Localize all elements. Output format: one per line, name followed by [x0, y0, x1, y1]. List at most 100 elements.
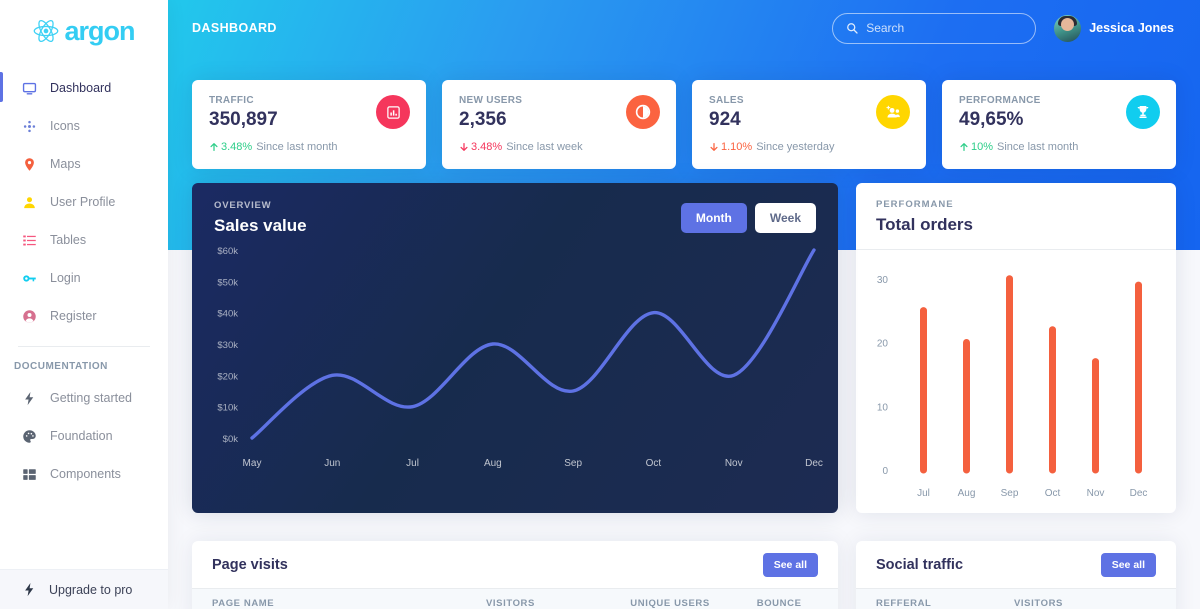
x-tick-label: Sep	[564, 458, 582, 469]
x-tick-label: Nov	[1087, 488, 1105, 499]
sales-value-card: OVERVIEW Sales value Month Week $0k $10k $…	[192, 183, 838, 513]
sales-card-title: Sales value	[214, 216, 307, 235]
stat-delta: 10%	[959, 141, 993, 153]
stat-card-sales: SALES 924 1.10% Since yesterday	[692, 80, 926, 169]
sidebar-item-label: Register	[50, 309, 97, 323]
monitor-icon	[22, 81, 37, 96]
sidebar-item-label: Components	[50, 467, 121, 481]
search-box[interactable]	[832, 12, 1037, 44]
column-header: REFFERAL	[876, 598, 932, 609]
column-header: BOUNCE RATE	[756, 598, 802, 609]
x-tick-label: Dec	[1130, 488, 1148, 499]
sidebar-item-icons[interactable]: Icons	[0, 112, 168, 140]
upgrade-to-pro-button[interactable]: Upgrade to pro	[0, 569, 168, 609]
stat-card-traffic: TRAFFIC 350,897 3.48% Since last month	[192, 80, 426, 169]
users-add-icon	[876, 95, 910, 129]
x-tick-label: May	[243, 458, 262, 469]
sidebar-item-label: Foundation	[50, 429, 113, 443]
stat-delta: 1.10%	[709, 141, 752, 153]
key-icon	[22, 271, 37, 286]
stat-delta: 3.48%	[459, 141, 502, 153]
arrow-up-icon	[210, 143, 218, 151]
list-icon	[22, 233, 37, 248]
stat-note: Since last week	[506, 141, 583, 153]
x-tick-label: Oct	[1045, 488, 1061, 499]
sidebar-item-foundation[interactable]: Foundation	[0, 422, 168, 450]
sidebar-item-login[interactable]: Login	[0, 264, 168, 292]
x-tick-label: Jun	[324, 458, 340, 469]
grid-icon	[22, 467, 37, 482]
bolt-icon	[22, 582, 37, 597]
x-tick-label: Sep	[1001, 488, 1019, 499]
orders-card-eyebrow: PERFORMANE	[876, 199, 954, 210]
map-pin-icon	[22, 157, 37, 172]
page-visits-header: Page visits See all	[192, 541, 838, 589]
page-visits-see-all-button[interactable]: See all	[762, 552, 818, 577]
brand-name: argon	[64, 15, 135, 46]
y-tick-label: $0k	[223, 434, 239, 445]
y-tick-label: $20k	[217, 371, 238, 382]
sidebar-item-register[interactable]: Register	[0, 302, 168, 330]
chart-row: OVERVIEW Sales value Month Week $0k $10k $…	[192, 183, 1176, 513]
arrow-up-icon	[960, 143, 968, 151]
x-tick-label: Dec	[805, 458, 823, 469]
topbar-right: Jessica Jones	[832, 12, 1174, 44]
sidebar-item-label: Dashboard	[50, 81, 112, 95]
y-tick-label: $50k	[217, 277, 238, 288]
pie-chart-icon	[626, 95, 660, 129]
column-header: VISITORS	[485, 598, 535, 609]
x-tick-label: Aug	[484, 458, 502, 469]
week-button[interactable]: Week	[754, 203, 816, 233]
sidebar-item-label: Getting started	[50, 391, 132, 405]
column-header: VISITORS	[1014, 598, 1063, 609]
sidebar-item-maps[interactable]: Maps	[0, 150, 168, 178]
x-tick-label: Nov	[725, 458, 743, 469]
orders-card-title: Total orders	[876, 215, 973, 234]
social-traffic-see-all-button[interactable]: See all	[1100, 552, 1156, 577]
stat-cards: TRAFFIC 350,897 3.48% Since last month N…	[192, 80, 1176, 169]
user-name: Jessica Jones	[1089, 21, 1174, 35]
sidebar-divider	[18, 346, 150, 347]
sidebar-section-title: DOCUMENTATION	[14, 361, 108, 372]
user-menu[interactable]: Jessica Jones	[1054, 14, 1174, 42]
page-visits-column-headers: PAGE NAME VISITORS UNIQUE USERS BOUNCE R…	[192, 589, 838, 609]
sidebar-item-dashboard[interactable]: Dashboard	[0, 72, 168, 102]
page-visits-card: Page visits See all PAGE NAME VISITORS U…	[192, 541, 838, 609]
month-button[interactable]: Month	[680, 203, 747, 233]
sidebar-item-label: Maps	[50, 157, 81, 171]
sidebar-item-getting-started[interactable]: Getting started	[0, 384, 168, 412]
page-visits-title: Page visits	[212, 556, 288, 573]
sparkle-icon	[22, 119, 37, 134]
orders-card-header: PERFORMANE Total orders	[856, 183, 1176, 250]
stat-note: Since last month	[256, 141, 338, 153]
y-tick-label: 0	[882, 466, 888, 477]
sidebar-item-label: Icons	[50, 119, 80, 133]
range-toggle: Month Week	[680, 200, 816, 233]
y-tick-label: $40k	[217, 309, 238, 320]
page-title: DASHBOARD	[192, 21, 277, 35]
y-tick-label: 20	[877, 339, 889, 350]
sidebar-nav: Dashboard Icons Maps User Profile Tables…	[0, 72, 168, 488]
search-icon	[846, 22, 858, 34]
chart-bar-icon	[376, 95, 410, 129]
bolt-icon	[22, 391, 37, 406]
social-traffic-title: Social traffic	[876, 556, 964, 573]
arrow-down-icon	[710, 143, 718, 151]
sidebar-item-label: Login	[50, 271, 81, 285]
y-tick-label: $30k	[217, 340, 238, 351]
sidebar-item-user-profile[interactable]: User Profile	[0, 188, 168, 216]
x-tick-label: Oct	[646, 458, 662, 469]
brand[interactable]: argon	[0, 0, 168, 56]
user-icon	[22, 195, 37, 210]
x-tick-label: Jul	[406, 458, 419, 469]
line-series-path	[250, 248, 816, 440]
sidebar-item-components[interactable]: Components	[0, 460, 168, 488]
total-orders-card: PERFORMANE Total orders 0 10 20 30 Jul Aug Sep…	[856, 183, 1176, 513]
stat-card-new-users: NEW USERS 2,356 3.48% Since last week	[442, 80, 676, 169]
sidebar-item-label: Tables	[50, 233, 87, 247]
sidebar-item-tables[interactable]: Tables	[0, 226, 168, 254]
stat-delta: 3.48%	[209, 141, 252, 153]
sales-card-header: OVERVIEW Sales value Month Week	[192, 183, 838, 236]
sidebar: argon Dashboard Icons Maps User Profile …	[0, 0, 168, 609]
search-input[interactable]	[866, 21, 1023, 35]
